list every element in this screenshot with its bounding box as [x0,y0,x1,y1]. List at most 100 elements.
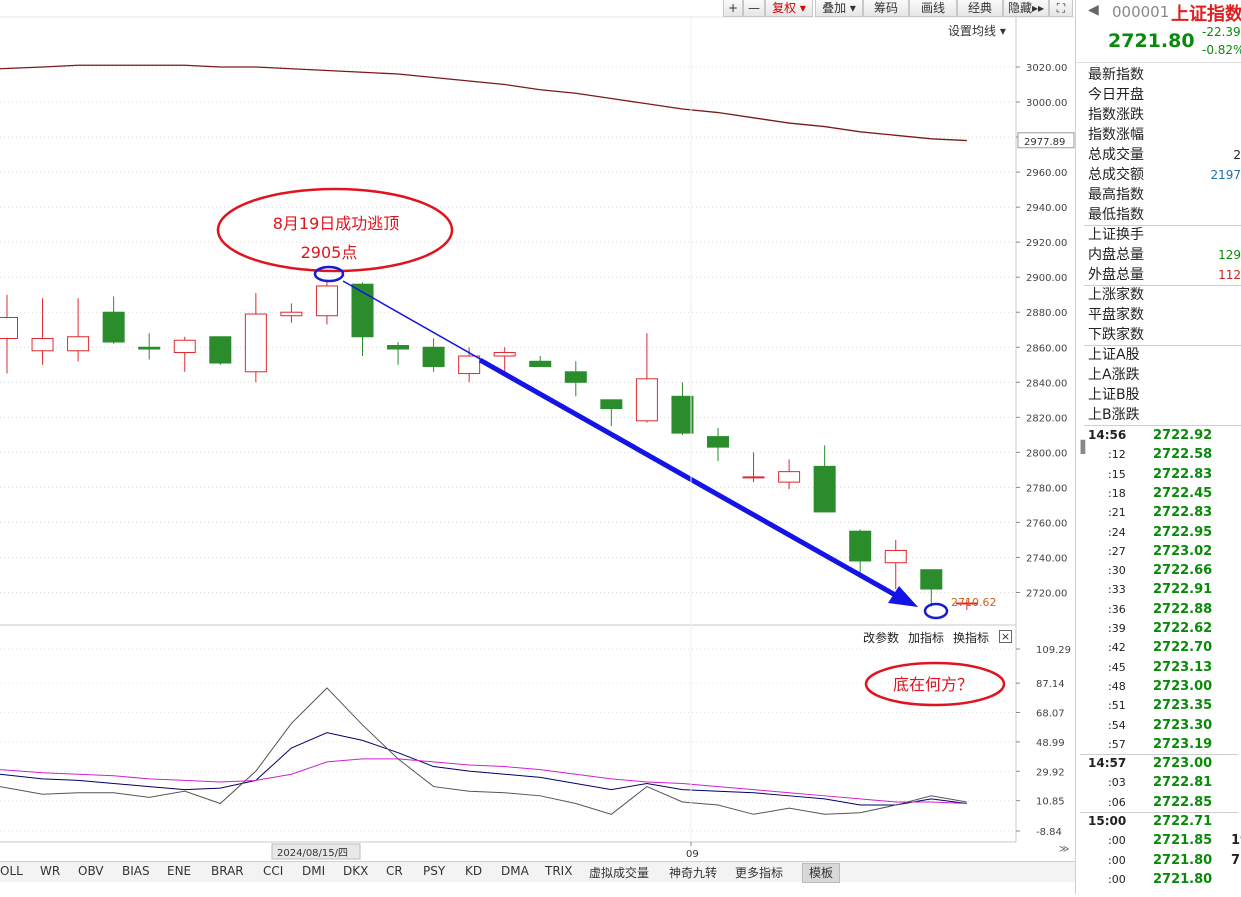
tab-indicator-9[interactable]: CR [386,864,403,878]
tick-time: :54 [1108,718,1126,732]
fullscreen-button[interactable]: ⛶ [1049,0,1073,17]
tab-indicator-8[interactable]: DKX [343,864,368,878]
tab-indicator-3[interactable]: BIAS [122,864,150,878]
tab-indicator-5[interactable]: BRAR [211,864,244,878]
ind-y-tick-label: -8.84 [1036,827,1062,838]
candle-body [138,346,161,350]
tick-price: 2722.83 [1153,466,1213,482]
main-y-tick-label: 2740.00 [1026,553,1067,564]
candle-body [67,336,90,352]
tick-price: 2722.85 [1153,794,1213,810]
main-y-tick-label: 2940.00 [1026,203,1067,214]
quote-field-label: 指数涨幅 [1088,127,1144,143]
quote-field-label: 上A涨跌 [1088,367,1140,383]
tick-time: :24 [1108,525,1126,539]
set-ma-button[interactable]: 设置均线 ▾ [948,22,1006,39]
candle-body [778,471,801,483]
fuquan-label: 复权 [772,1,797,15]
huaxian-button[interactable]: 画线 [909,0,957,17]
tab-indicator-15[interactable]: 神奇九转 [669,864,717,881]
kline-chart[interactable]: 3020.003000.002980.002960.002940.002920.… [0,0,1075,894]
tick-price: 2722.81 [1153,775,1213,791]
tab-indicator-2[interactable]: OBV [78,864,104,878]
tick-separator [1080,754,1238,756]
tab-indicator-0[interactable]: OLL [0,864,23,878]
fuquan-button[interactable]: 复权 ▾ [765,0,813,17]
tick-price: 2723.00 [1153,678,1213,694]
tab-indicator-17[interactable]: 模板 [802,863,841,883]
change-value: -22.39 [1202,25,1241,39]
candle-body [315,285,338,317]
quote-field-label: 内盘总量 [1088,247,1144,263]
scroll-right-icon[interactable]: ≫ [1059,844,1069,855]
candle-body [387,345,410,350]
tick-time: :51 [1108,699,1126,713]
candle-body [813,465,836,513]
quote-field-value: 2197 [1210,168,1241,182]
zoom-out-button[interactable]: — [743,0,765,17]
tick-time: :00 [1108,853,1126,867]
tick-price: 2722.71 [1153,814,1213,829]
tick-time: :18 [1108,486,1126,500]
tick-price: 2722.88 [1153,601,1213,617]
diejia-button[interactable]: 叠加 ▾ [815,0,863,17]
current-price: 2721.80 [1108,30,1195,52]
tick-time: :15 [1108,467,1126,481]
tab-indicator-12[interactable]: DMA [501,864,529,878]
tick-time: :00 [1108,834,1126,848]
tab-indicator-7[interactable]: DMI [302,864,325,878]
quote-panel: ◀ 000001 上证指数 2721.80 -22.39 -0.82% 最新指数… [1075,0,1241,894]
quote-field-label: 上证换手 [1088,227,1144,243]
tab-indicator-16[interactable]: 更多指标 [735,864,783,881]
candle-body [422,346,445,368]
switch-indicator-button[interactable]: 换指标 [953,629,989,646]
bottom-callout-text: 底在何方？ [893,675,973,694]
panel-collapse-icon[interactable]: ▐ [1076,440,1085,454]
prev-stock-icon[interactable]: ◀ [1088,2,1099,18]
candle-body [920,569,943,590]
tick-time: 14:57 [1088,756,1127,771]
ind-y-tick-label: 68.07 [1036,709,1065,720]
quote-field-label: 最低指数 [1088,207,1144,223]
tick-time: :03 [1108,776,1126,790]
tab-indicator-6[interactable]: CCI [263,864,283,878]
tick-time: :33 [1108,583,1126,597]
quote-field-label: 平盘家数 [1088,307,1144,323]
quote-separator [1084,225,1241,226]
tick-price: 2722.70 [1153,640,1213,656]
candle-body [173,339,196,354]
quote-separator [1084,285,1241,286]
tab-indicator-10[interactable]: PSY [423,864,445,878]
chouma-button[interactable]: 筹码 [863,0,909,17]
tick-price: 2723.30 [1153,717,1213,733]
main-y-tick-label: 2760.00 [1026,518,1067,529]
candle-body [884,549,907,564]
long-ma-line [0,64,967,142]
top-marker-circle [313,265,345,283]
tab-indicator-1[interactable]: WR [40,864,60,878]
main-y-tick-label: 2720.00 [1026,589,1067,600]
close-indicator-button[interactable]: × [999,630,1012,643]
kline-chart-area[interactable]: 3020.003000.002980.002960.002940.002920.… [0,0,1075,894]
zoom-in-button[interactable]: + [723,0,743,17]
top-callout-text-1: 8月19日成功逃顶 [273,214,400,233]
main-y-tick-label: 2920.00 [1026,238,1067,249]
quote-field-label: 下跌家数 [1088,327,1144,343]
tick-time: :36 [1108,602,1126,616]
main-y-tick-label: 3020.00 [1026,63,1067,74]
quote-field-label: 上涨家数 [1088,287,1144,303]
tick-time: :39 [1108,622,1126,635]
quote-field-label: 指数涨跌 [1088,107,1144,123]
ind-y-tick-label: 48.99 [1036,738,1065,749]
tab-indicator-13[interactable]: TRIX [545,864,572,878]
change-params-button[interactable]: 改参数 [863,629,899,646]
tick-time: :57 [1108,737,1126,751]
tab-indicator-4[interactable]: ENE [167,864,191,878]
yincang-button[interactable]: 隐藏▸▸ [1003,0,1049,17]
tab-indicator-11[interactable]: KD [465,864,482,878]
jingdian-button[interactable]: 经典 [957,0,1003,17]
add-indicator-button[interactable]: 加指标 [908,629,944,646]
main-y-tick-label: 2840.00 [1026,378,1067,389]
tick-time: 14:56 [1088,428,1127,442]
tab-indicator-14[interactable]: 虚拟成交量 [589,864,649,881]
